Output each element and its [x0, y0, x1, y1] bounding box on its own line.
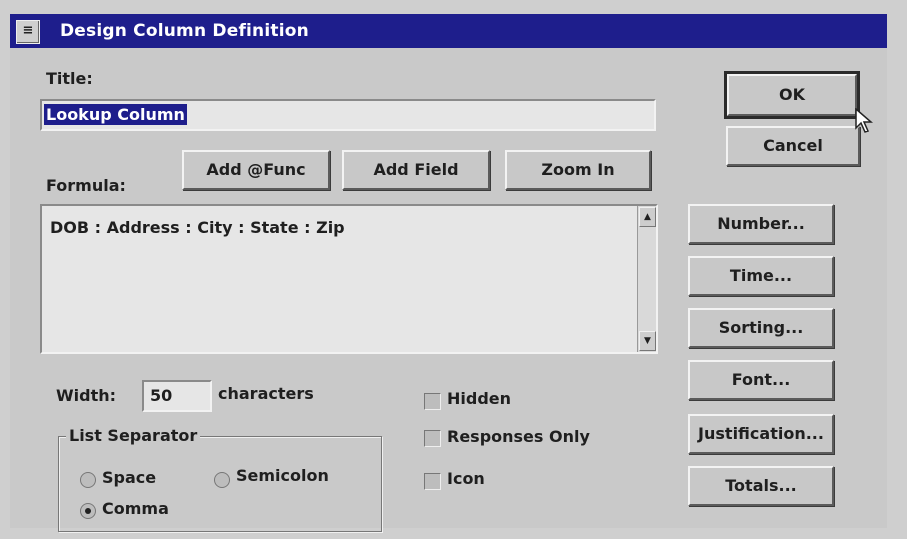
title-label: Title:: [46, 69, 93, 88]
hidden-checkbox-label: Hidden: [447, 389, 512, 408]
radio-semicolon[interactable]: [214, 472, 230, 488]
ok-button[interactable]: OK: [724, 71, 860, 119]
font-button[interactable]: Font...: [688, 360, 834, 400]
radio-semicolon-label: Semicolon: [236, 466, 329, 485]
radio-comma[interactable]: [80, 503, 96, 519]
scroll-up-icon[interactable]: ▲: [639, 207, 656, 227]
width-input[interactable]: 50: [142, 380, 212, 412]
radio-comma-label: Comma: [102, 499, 169, 518]
radio-space-label: Space: [102, 468, 157, 487]
formula-scrollbar[interactable]: ▲ ▼: [637, 206, 656, 352]
totals-button[interactable]: Totals...: [688, 466, 834, 506]
formula-label: Formula:: [46, 176, 126, 195]
radio-space[interactable]: [80, 472, 96, 488]
list-separator-label: List Separator: [66, 426, 201, 445]
zoom-in-button[interactable]: Zoom In: [505, 150, 651, 190]
width-unit-label: characters: [218, 384, 314, 403]
add-func-button[interactable]: Add @Func: [182, 150, 330, 190]
cancel-button[interactable]: Cancel: [726, 126, 860, 166]
number-button[interactable]: Number...: [688, 204, 834, 244]
title-input[interactable]: Lookup Column: [40, 99, 656, 131]
hidden-checkbox[interactable]: [424, 393, 441, 410]
width-value: 50: [150, 386, 173, 405]
icon-checkbox[interactable]: [424, 473, 441, 490]
title-input-value: Lookup Column: [44, 104, 187, 125]
add-field-button[interactable]: Add Field: [342, 150, 490, 190]
responses-only-checkbox-label: Responses Only: [447, 427, 590, 446]
icon-checkbox-label: Icon: [447, 469, 485, 488]
window-title: Design Column Definition: [60, 21, 309, 41]
scroll-down-icon[interactable]: ▼: [639, 331, 656, 351]
formula-text: DOB : Address : City : State : Zip: [50, 218, 345, 237]
sorting-button[interactable]: Sorting...: [688, 308, 834, 348]
time-button[interactable]: Time...: [688, 256, 834, 296]
formula-textarea[interactable]: DOB : Address : City : State : Zip ▲ ▼: [40, 204, 658, 354]
responses-only-checkbox[interactable]: [424, 430, 441, 447]
mouse-pointer-icon: [855, 108, 873, 133]
ok-button-label: OK: [727, 74, 857, 116]
width-label: Width:: [56, 386, 117, 405]
system-menu-icon[interactable]: ≡: [16, 20, 40, 44]
justification-button[interactable]: Justification...: [688, 414, 834, 454]
